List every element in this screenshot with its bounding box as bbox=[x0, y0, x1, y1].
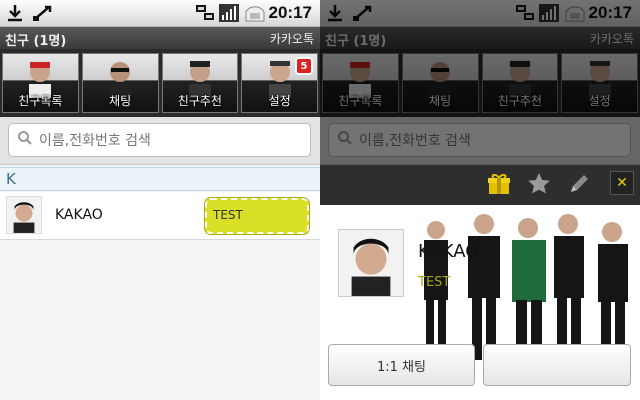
tab-label: 친구추천 bbox=[177, 94, 222, 108]
section-header: K bbox=[0, 167, 320, 191]
friends-screen: 20:17 친구 (1명) 카카오톡 친구목록 채팅 친구추천 5 설정 이름,… bbox=[0, 0, 320, 400]
tab-label: 설정 bbox=[268, 94, 291, 108]
one-on-one-chat-button[interactable]: 1:1 채팅 bbox=[328, 344, 475, 386]
friend-name: KAKAO bbox=[55, 207, 103, 223]
profile-name: KAKAO bbox=[418, 241, 480, 262]
profile-card: KAKAO TEST 1:1 채팅 bbox=[320, 205, 640, 400]
avatar bbox=[6, 196, 42, 234]
profile-status: TEST bbox=[418, 275, 451, 290]
signal-icon bbox=[219, 4, 239, 22]
tab-bar: 친구목록 채팅 친구추천 5 설정 bbox=[0, 49, 320, 117]
tab-label: 친구목록 bbox=[18, 94, 63, 108]
status-message-bubble: TEST bbox=[204, 197, 310, 235]
notification-badge: 5 bbox=[295, 57, 313, 75]
close-icon[interactable]: ✕ bbox=[610, 171, 634, 195]
search-placeholder: 이름,전화번호 검색 bbox=[39, 133, 151, 149]
edit-icon[interactable] bbox=[566, 171, 592, 197]
search-input[interactable]: 이름,전화번호 검색 bbox=[8, 123, 311, 157]
modal-overlay[interactable] bbox=[320, 0, 640, 165]
tab-chat[interactable]: 채팅 bbox=[81, 53, 159, 113]
usb-icon bbox=[32, 4, 54, 22]
secondary-action-button[interactable] bbox=[483, 344, 631, 386]
tab-label: 채팅 bbox=[109, 94, 132, 108]
profile-screen: 20:17 친구 (1명) 카카오톡 친구목록 채팅 친구추천 설정 이름,전화… bbox=[320, 0, 640, 400]
search-area: 이름,전화번호 검색 bbox=[0, 117, 320, 165]
download-icon bbox=[6, 4, 24, 22]
tab-recommend[interactable]: 친구추천 bbox=[161, 53, 239, 113]
network-icon bbox=[195, 4, 215, 22]
screen-title: 친구 (1명) bbox=[5, 34, 67, 49]
profile-avatar[interactable] bbox=[338, 229, 404, 297]
profile-toolbar: ✕ bbox=[320, 165, 640, 205]
title-bar: 친구 (1명) 카카오톡 bbox=[0, 27, 320, 49]
search-icon bbox=[17, 130, 33, 150]
tab-settings[interactable]: 5 설정 bbox=[241, 53, 318, 113]
star-icon[interactable] bbox=[526, 171, 552, 197]
clock: 20:17 bbox=[268, 3, 312, 22]
gift-icon[interactable] bbox=[486, 171, 512, 197]
tab-friends[interactable]: 친구목록 bbox=[2, 53, 79, 113]
status-bar: 20:17 bbox=[0, 0, 320, 27]
app-name: 카카오톡 bbox=[269, 32, 314, 46]
battery-icon bbox=[244, 4, 266, 22]
